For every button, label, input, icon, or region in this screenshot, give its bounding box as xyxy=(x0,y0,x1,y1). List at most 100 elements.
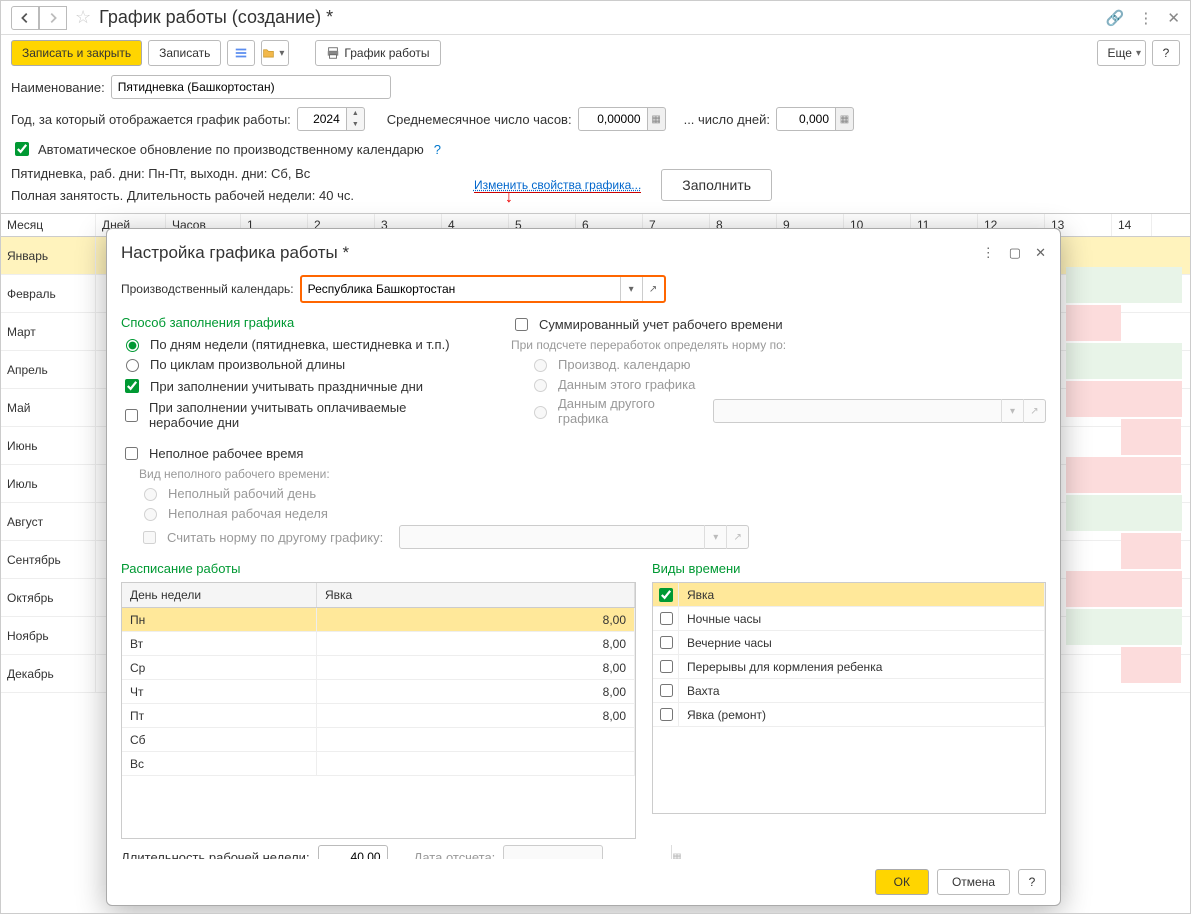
calendar-open-icon[interactable]: ↗ xyxy=(642,277,664,301)
month-jun: Июнь xyxy=(1,427,96,464)
schedule-row[interactable]: Вт 8,00 xyxy=(122,632,635,656)
year-input[interactable] xyxy=(297,107,347,131)
month-feb: Февраль xyxy=(1,275,96,312)
modal-maximize-icon[interactable]: ▢ xyxy=(1009,245,1021,261)
schedule-row[interactable]: Пн 8,00 xyxy=(122,608,635,632)
fill-method-title: Способ заполнения графика xyxy=(121,315,471,330)
schedule-row[interactable]: Чт 8,00 xyxy=(122,680,635,704)
time-type-check[interactable] xyxy=(659,588,673,602)
modal-close-icon[interactable]: ✕ xyxy=(1035,245,1046,261)
time-type-row[interactable]: Явка xyxy=(653,583,1045,607)
time-type-check[interactable] xyxy=(660,684,673,697)
auto-update-checkbox[interactable] xyxy=(15,142,29,156)
calendar-label: Производственный календарь: xyxy=(121,282,294,296)
auto-update-help-icon[interactable]: ? xyxy=(434,142,441,157)
auto-update-label: Автоматическое обновление по производств… xyxy=(38,142,424,157)
production-calendar-combo[interactable]: ▾ ↗ xyxy=(300,275,666,303)
more-button[interactable]: Еще xyxy=(1097,40,1146,66)
schedule-row[interactable]: Ср 8,00 xyxy=(122,656,635,680)
time-type-row[interactable]: Вечерние часы xyxy=(653,631,1045,655)
month-may: Май xyxy=(1,389,96,426)
other-norm-dropdown-icon: ▾ xyxy=(704,525,726,549)
name-input[interactable] xyxy=(111,75,391,99)
titlebar: ☆ График работы (создание) * 🔗 ⋮ ✕ xyxy=(1,1,1190,35)
folder-icon xyxy=(262,46,275,60)
other-norm-open-icon: ↗ xyxy=(726,525,748,549)
start-date-label: Дата отсчета: xyxy=(414,850,496,860)
schedule-table: День недели Явка Пн 8,00 Вт 8,00 xyxy=(121,582,636,839)
link-icon[interactable]: 🔗 xyxy=(1106,9,1125,27)
schedule-settings-modal: Настройка графика работы * ⋮ ▢ ✕ Произво… xyxy=(106,228,1061,906)
week-length-label: Длительность рабочей недели: xyxy=(121,850,310,860)
arrow-annotation-icon: ↓ xyxy=(505,189,513,207)
info-line-2: Полная занятость. Длительность рабочей н… xyxy=(1,185,364,207)
month-dec: Декабрь xyxy=(1,655,96,692)
favorite-star-icon[interactable]: ☆ xyxy=(75,7,91,28)
parttime-kind-label: Вид неполного рабочего времени: xyxy=(139,467,1046,481)
time-type-check[interactable] xyxy=(660,612,673,625)
kebab-menu-icon[interactable]: ⋮ xyxy=(1138,9,1153,27)
time-type-row[interactable]: Вахта xyxy=(653,679,1045,703)
days-input[interactable] xyxy=(776,107,836,131)
save-and-close-button[interactable]: Записать и закрыть xyxy=(11,40,142,66)
ok-button[interactable]: ОК xyxy=(875,869,929,895)
radio-prod-calendar xyxy=(534,359,547,372)
schedule-row[interactable]: Сб xyxy=(122,728,635,752)
change-schedule-props-link[interactable]: Изменить свойства графика... xyxy=(474,178,641,193)
fill-button[interactable]: Заполнить xyxy=(661,169,772,201)
month-oct: Октябрь xyxy=(1,579,96,616)
month-mar: Март xyxy=(1,313,96,350)
time-type-row[interactable]: Перерывы для кормления ребенка xyxy=(653,655,1045,679)
list-view-button[interactable] xyxy=(227,40,255,66)
help-button[interactable]: ? xyxy=(1152,40,1180,66)
week-length-input[interactable] xyxy=(318,845,388,859)
print-schedule-button[interactable]: График работы xyxy=(315,40,440,66)
avg-hours-input[interactable] xyxy=(578,107,648,131)
schedule-row[interactable]: Пт 8,00 xyxy=(122,704,635,728)
check-parttime[interactable] xyxy=(125,447,138,460)
year-label: Год, за который отображается график рабо… xyxy=(11,112,291,127)
other-norm-input xyxy=(400,530,704,544)
close-window-icon[interactable]: ✕ xyxy=(1167,9,1180,27)
radio-part-week-label: Неполная рабочая неделя xyxy=(168,506,328,521)
schedule-row[interactable]: Вс xyxy=(122,752,635,776)
avg-hours-label: Среднемесячное число часов: xyxy=(387,112,572,127)
radio-by-week[interactable] xyxy=(126,339,139,352)
time-type-check[interactable] xyxy=(660,636,673,649)
nav-forward-button[interactable] xyxy=(39,6,67,30)
time-type-check[interactable] xyxy=(660,660,673,673)
calendar-dropdown-icon[interactable]: ▾ xyxy=(620,277,642,301)
check-summarized[interactable] xyxy=(515,318,528,331)
radio-by-cycle[interactable] xyxy=(126,359,139,372)
start-date-input-wrap: ▦ xyxy=(503,845,603,859)
time-types-title: Виды времени xyxy=(652,561,1046,576)
other-schedule-combo: ▾ ↗ xyxy=(713,399,1046,423)
window-title: График работы (создание) * xyxy=(99,7,1106,28)
check-paid-nonwork[interactable] xyxy=(125,409,138,422)
year-spinner[interactable]: ▲▼ xyxy=(347,107,365,131)
printer-icon xyxy=(326,46,340,60)
save-button[interactable]: Записать xyxy=(148,40,221,66)
radio-other-schedule-label: Данным другого графика xyxy=(558,396,697,426)
check-holidays-label: При заполнении учитывать праздничные дни xyxy=(150,379,423,394)
modal-menu-icon[interactable]: ⋮ xyxy=(982,245,995,261)
cancel-button[interactable]: Отмена xyxy=(937,869,1010,895)
radio-this-schedule-label: Данным этого графика xyxy=(558,377,695,392)
time-type-check[interactable] xyxy=(660,708,673,721)
auto-update-checkbox-wrap[interactable]: Автоматическое обновление по производств… xyxy=(11,139,424,159)
time-type-row[interactable]: Явка (ремонт) xyxy=(653,703,1045,727)
name-label: Наименование: xyxy=(11,80,105,95)
avg-hours-lock-icon: ▦ xyxy=(648,107,666,131)
list-icon xyxy=(234,46,248,60)
check-paid-nonwork-label: При заполнении учитывать оплачиваемые не… xyxy=(149,400,471,430)
attachments-button[interactable] xyxy=(261,40,289,66)
radio-part-week xyxy=(144,508,157,521)
check-holidays[interactable] xyxy=(125,379,139,393)
days-lock-icon: ▦ xyxy=(836,107,854,131)
production-calendar-input[interactable] xyxy=(302,277,620,301)
days-label: ... число дней: xyxy=(684,112,770,127)
modal-help-button[interactable]: ? xyxy=(1018,869,1046,895)
nav-back-button[interactable] xyxy=(11,6,39,30)
time-type-row[interactable]: Ночные часы xyxy=(653,607,1045,631)
print-schedule-label: График работы xyxy=(344,46,429,60)
